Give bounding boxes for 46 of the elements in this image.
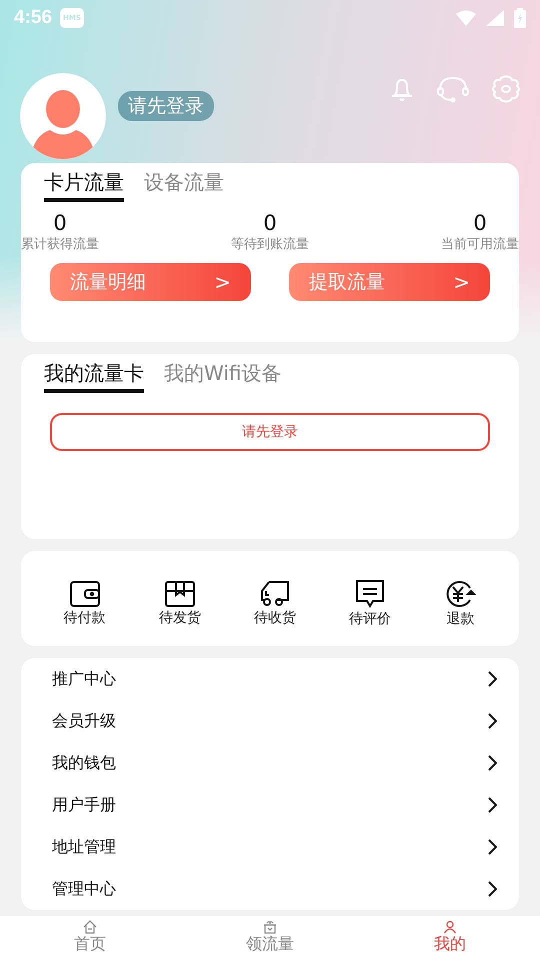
wifi-icon [456, 10, 476, 26]
stat-label: 当前可用流量 [441, 236, 519, 253]
stat-value: 0 [53, 211, 67, 235]
home-icon [83, 920, 97, 934]
chevron-right-icon [487, 713, 497, 729]
menu-item[interactable]: 管理中心 [21, 868, 519, 910]
menu-item[interactable]: 用户手册 [21, 784, 519, 826]
chevron-right-icon [487, 839, 497, 855]
tab-bar-item[interactable]: 首页 [40, 916, 140, 960]
box-icon [164, 580, 195, 606]
signal-icon [486, 10, 504, 26]
menu-item[interactable]: 会员升级 [21, 700, 519, 742]
chevron-right-icon [487, 755, 497, 771]
order-status-button[interactable]: 待收货 [254, 570, 296, 626]
menu-item[interactable]: 我的钱包 [21, 742, 519, 784]
stat-label: 等待到账流量 [231, 236, 309, 253]
order-status-button[interactable]: 待发货 [158, 570, 201, 626]
stat-value: 0 [263, 211, 277, 235]
comment-icon [355, 580, 386, 608]
stat-label: 累计获得流量 [21, 236, 99, 253]
person-icon [443, 920, 457, 934]
flow-tab[interactable]: 卡片流量 [44, 169, 124, 202]
battery-icon [514, 8, 526, 28]
login-button[interactable]: 请先登录 [50, 413, 490, 451]
order-status-button[interactable]: 待评价 [349, 570, 392, 628]
chevron-right-icon [487, 671, 497, 687]
settings-icon[interactable] [490, 74, 522, 104]
avatar-icon[interactable] [20, 73, 106, 159]
card-tab[interactable]: 我的Wifi设备 [164, 360, 282, 393]
truck-icon [260, 580, 290, 606]
menu-item[interactable]: 地址管理 [21, 826, 519, 868]
tab-bar-item[interactable]: 我的 [400, 916, 500, 960]
chevron-right-icon [487, 797, 497, 813]
flow-tab[interactable]: 设备流量 [144, 169, 224, 202]
stat-value: 0 [473, 211, 487, 235]
card-tab[interactable]: 我的流量卡 [44, 360, 144, 393]
order-status-button[interactable]: 待付款 [64, 570, 106, 626]
gift-icon [263, 920, 277, 934]
chevron-right-icon [487, 881, 497, 897]
status-time: 4:56 [14, 7, 52, 29]
wallet-icon [70, 580, 100, 606]
order-status-button[interactable]: 退款 [444, 570, 476, 628]
tab-bar-item[interactable]: 领流量 [220, 916, 320, 960]
refund-icon [444, 580, 476, 608]
headset-icon[interactable] [436, 75, 470, 103]
menu-item[interactable]: 推广中心 [21, 658, 519, 700]
